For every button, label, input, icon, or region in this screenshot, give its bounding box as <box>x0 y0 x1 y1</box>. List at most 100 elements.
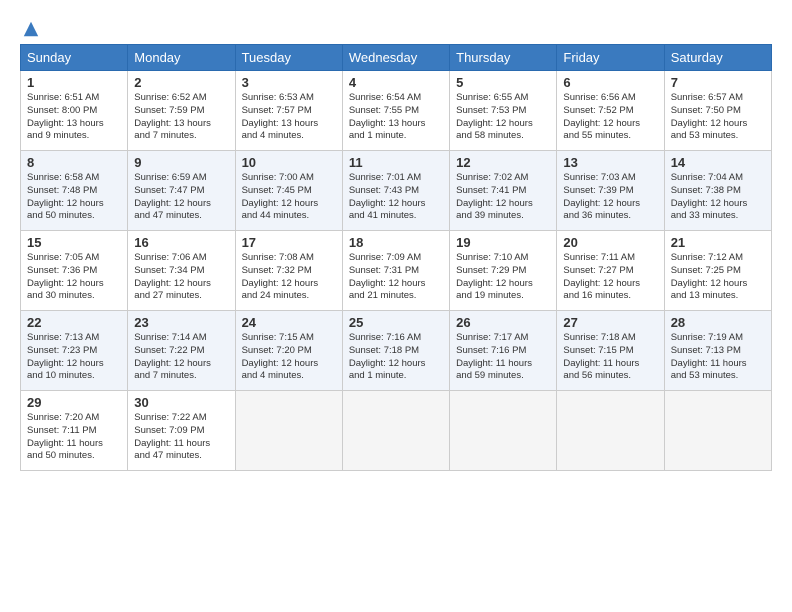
calendar-cell: 20 Sunrise: 7:11 AM Sunset: 7:27 PM Dayli… <box>557 231 664 311</box>
day-number: 4 <box>349 75 443 90</box>
day-info: Sunrise: 6:52 AM Sunset: 7:59 PM Dayligh… <box>134 92 228 143</box>
calendar-cell <box>450 391 557 471</box>
day-info: Sunrise: 7:06 AM Sunset: 7:34 PM Dayligh… <box>134 252 228 303</box>
day-number: 6 <box>563 75 657 90</box>
day-number: 9 <box>134 155 228 170</box>
day-number: 18 <box>349 235 443 250</box>
header-tuesday: Tuesday <box>235 45 342 71</box>
day-info: Sunrise: 7:12 AM Sunset: 7:25 PM Dayligh… <box>671 252 765 303</box>
day-number: 25 <box>349 315 443 330</box>
day-info: Sunrise: 7:05 AM Sunset: 7:36 PM Dayligh… <box>27 252 121 303</box>
day-info: Sunrise: 6:59 AM Sunset: 7:47 PM Dayligh… <box>134 172 228 223</box>
calendar-cell: 18 Sunrise: 7:09 AM Sunset: 7:31 PM Dayli… <box>342 231 449 311</box>
day-info: Sunrise: 7:10 AM Sunset: 7:29 PM Dayligh… <box>456 252 550 303</box>
logo <box>20 20 40 36</box>
calendar-cell: 28 Sunrise: 7:19 AM Sunset: 7:13 PM Dayli… <box>664 311 771 391</box>
day-number: 26 <box>456 315 550 330</box>
calendar-cell: 3 Sunrise: 6:53 AM Sunset: 7:57 PM Daylig… <box>235 71 342 151</box>
day-number: 14 <box>671 155 765 170</box>
day-info: Sunrise: 7:11 AM Sunset: 7:27 PM Dayligh… <box>563 252 657 303</box>
day-number: 10 <box>242 155 336 170</box>
page-header <box>20 20 772 36</box>
logo-icon <box>22 20 40 38</box>
day-info: Sunrise: 6:51 AM Sunset: 8:00 PM Dayligh… <box>27 92 121 143</box>
calendar-cell: 13Sunrise: 7:03 AM Sunset: 7:39 PM Dayli… <box>557 151 664 231</box>
calendar-cell: 6 Sunrise: 6:56 AM Sunset: 7:52 PM Daylig… <box>557 71 664 151</box>
calendar-cell: 10 Sunrise: 7:00 AM Sunset: 7:45 PM Dayli… <box>235 151 342 231</box>
day-number: 22 <box>27 315 121 330</box>
calendar-cell: 17Sunrise: 7:08 AM Sunset: 7:32 PM Dayli… <box>235 231 342 311</box>
day-info: Sunrise: 7:01 AM Sunset: 7:43 PM Dayligh… <box>349 172 443 223</box>
calendar-cell: 4 Sunrise: 6:54 AM Sunset: 7:55 PM Daylig… <box>342 71 449 151</box>
day-info: Sunrise: 6:57 AM Sunset: 7:50 PM Dayligh… <box>671 92 765 143</box>
calendar-cell: 9 Sunrise: 6:59 AM Sunset: 7:47 PM Daylig… <box>128 151 235 231</box>
day-number: 30 <box>134 395 228 410</box>
day-number: 11 <box>349 155 443 170</box>
day-number: 20 <box>563 235 657 250</box>
day-info: Sunrise: 7:20 AM Sunset: 7:11 PM Dayligh… <box>27 412 121 463</box>
day-number: 29 <box>27 395 121 410</box>
day-info: Sunrise: 7:16 AM Sunset: 7:18 PM Dayligh… <box>349 332 443 383</box>
header-friday: Friday <box>557 45 664 71</box>
calendar-week-5: 29 Sunrise: 7:20 AM Sunset: 7:11 PM Dayli… <box>21 391 772 471</box>
calendar: SundayMondayTuesdayWednesdayThursdayFrid… <box>20 44 772 471</box>
day-number: 1 <box>27 75 121 90</box>
calendar-cell: 16Sunrise: 7:06 AM Sunset: 7:34 PM Dayli… <box>128 231 235 311</box>
calendar-cell: 14 Sunrise: 7:04 AM Sunset: 7:38 PM Dayli… <box>664 151 771 231</box>
calendar-cell: 7 Sunrise: 6:57 AM Sunset: 7:50 PM Daylig… <box>664 71 771 151</box>
day-number: 21 <box>671 235 765 250</box>
day-number: 3 <box>242 75 336 90</box>
day-number: 23 <box>134 315 228 330</box>
header-wednesday: Wednesday <box>342 45 449 71</box>
day-info: Sunrise: 6:55 AM Sunset: 7:53 PM Dayligh… <box>456 92 550 143</box>
calendar-cell: 30 Sunrise: 7:22 AM Sunset: 7:09 PM Dayli… <box>128 391 235 471</box>
calendar-cell: 2 Sunrise: 6:52 AM Sunset: 7:59 PM Daylig… <box>128 71 235 151</box>
day-number: 2 <box>134 75 228 90</box>
day-number: 8 <box>27 155 121 170</box>
day-info: Sunrise: 7:00 AM Sunset: 7:45 PM Dayligh… <box>242 172 336 223</box>
day-info: Sunrise: 7:17 AM Sunset: 7:16 PM Dayligh… <box>456 332 550 383</box>
calendar-cell: 27 Sunrise: 7:18 AM Sunset: 7:15 PM Dayli… <box>557 311 664 391</box>
day-info: Sunrise: 6:56 AM Sunset: 7:52 PM Dayligh… <box>563 92 657 143</box>
calendar-cell: 12Sunrise: 7:02 AM Sunset: 7:41 PM Dayli… <box>450 151 557 231</box>
calendar-week-1: 1 Sunrise: 6:51 AM Sunset: 8:00 PM Daylig… <box>21 71 772 151</box>
day-number: 28 <box>671 315 765 330</box>
day-info: Sunrise: 7:02 AM Sunset: 7:41 PM Dayligh… <box>456 172 550 223</box>
day-info: Sunrise: 7:09 AM Sunset: 7:31 PM Dayligh… <box>349 252 443 303</box>
day-info: Sunrise: 7:14 AM Sunset: 7:22 PM Dayligh… <box>134 332 228 383</box>
day-info: Sunrise: 7:18 AM Sunset: 7:15 PM Dayligh… <box>563 332 657 383</box>
calendar-week-4: 22 Sunrise: 7:13 AM Sunset: 7:23 PM Dayli… <box>21 311 772 391</box>
day-number: 7 <box>671 75 765 90</box>
day-info: Sunrise: 7:04 AM Sunset: 7:38 PM Dayligh… <box>671 172 765 223</box>
day-info: Sunrise: 7:19 AM Sunset: 7:13 PM Dayligh… <box>671 332 765 383</box>
day-info: Sunrise: 6:53 AM Sunset: 7:57 PM Dayligh… <box>242 92 336 143</box>
calendar-cell: 29 Sunrise: 7:20 AM Sunset: 7:11 PM Dayli… <box>21 391 128 471</box>
header-saturday: Saturday <box>664 45 771 71</box>
calendar-week-2: 8Sunrise: 6:58 AM Sunset: 7:48 PM Daylig… <box>21 151 772 231</box>
calendar-cell: 1 Sunrise: 6:51 AM Sunset: 8:00 PM Daylig… <box>21 71 128 151</box>
header-sunday: Sunday <box>21 45 128 71</box>
day-info: Sunrise: 7:08 AM Sunset: 7:32 PM Dayligh… <box>242 252 336 303</box>
calendar-cell: 21 Sunrise: 7:12 AM Sunset: 7:25 PM Dayli… <box>664 231 771 311</box>
calendar-cell <box>664 391 771 471</box>
day-info: Sunrise: 6:54 AM Sunset: 7:55 PM Dayligh… <box>349 92 443 143</box>
day-number: 27 <box>563 315 657 330</box>
calendar-cell: 23 Sunrise: 7:14 AM Sunset: 7:22 PM Dayli… <box>128 311 235 391</box>
day-info: Sunrise: 7:22 AM Sunset: 7:09 PM Dayligh… <box>134 412 228 463</box>
day-number: 15 <box>27 235 121 250</box>
day-number: 5 <box>456 75 550 90</box>
calendar-cell <box>235 391 342 471</box>
calendar-cell: 25 Sunrise: 7:16 AM Sunset: 7:18 PM Dayli… <box>342 311 449 391</box>
calendar-cell: 24Sunrise: 7:15 AM Sunset: 7:20 PM Dayli… <box>235 311 342 391</box>
day-info: Sunrise: 7:13 AM Sunset: 7:23 PM Dayligh… <box>27 332 121 383</box>
calendar-week-3: 15 Sunrise: 7:05 AM Sunset: 7:36 PM Dayli… <box>21 231 772 311</box>
calendar-cell: 11 Sunrise: 7:01 AM Sunset: 7:43 PM Dayli… <box>342 151 449 231</box>
calendar-cell: 5 Sunrise: 6:55 AM Sunset: 7:53 PM Daylig… <box>450 71 557 151</box>
day-info: Sunrise: 7:15 AM Sunset: 7:20 PM Dayligh… <box>242 332 336 383</box>
header-thursday: Thursday <box>450 45 557 71</box>
calendar-cell <box>557 391 664 471</box>
calendar-header-row: SundayMondayTuesdayWednesdayThursdayFrid… <box>21 45 772 71</box>
calendar-cell: 8Sunrise: 6:58 AM Sunset: 7:48 PM Daylig… <box>21 151 128 231</box>
calendar-cell <box>342 391 449 471</box>
header-monday: Monday <box>128 45 235 71</box>
